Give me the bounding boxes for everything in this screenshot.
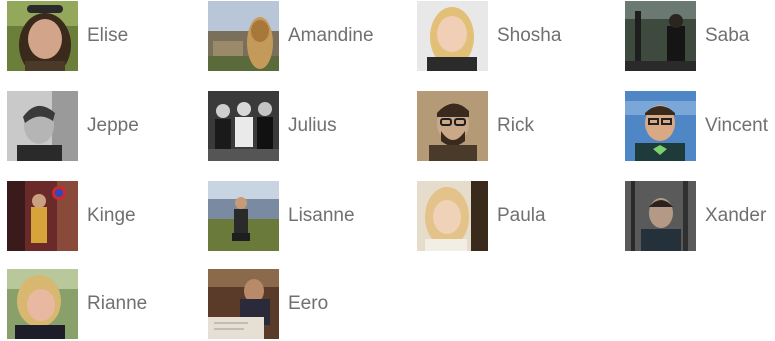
member-name: Rianne [87, 293, 148, 314]
portrait-glasses-blue-background-photo [625, 91, 696, 161]
team-member-rianne[interactable]: Rianne [7, 268, 147, 340]
team-member-jeppe[interactable]: Jeppe [7, 90, 139, 162]
xander-photo-image [625, 181, 696, 251]
portrait-desk-working-photo [208, 269, 279, 339]
team-member-eero[interactable]: Eero [208, 268, 328, 340]
portrait-dark-forest-photo [625, 181, 696, 251]
portrait-sepia-glasses-photo [417, 91, 488, 161]
portrait-landscape-hiking-photo [208, 181, 279, 251]
team-member-kinge[interactable]: Kinge [7, 180, 136, 252]
amandine-photo-image [208, 1, 279, 71]
team-member-shosha[interactable]: Shosha [417, 0, 561, 72]
elise-photo-image [7, 1, 78, 71]
team-member-lisanne[interactable]: Lisanne [208, 180, 355, 252]
member-name: Lisanne [288, 205, 355, 226]
portrait-street-yellow-coat-photo [7, 181, 78, 251]
member-name: Amandine [288, 25, 374, 46]
lisanne-photo-image [208, 181, 279, 251]
team-member-rick[interactable]: Rick [417, 90, 534, 162]
member-name: Rick [497, 115, 534, 136]
portrait-black-white-man-photo [7, 91, 78, 161]
member-name: Eero [288, 293, 329, 314]
member-name: Paula [497, 205, 546, 226]
team-member-paula[interactable]: Paula [417, 180, 546, 252]
paula-photo-image [417, 181, 488, 251]
member-name: Julius [288, 115, 337, 136]
portrait-dark-hair-outdoor-photo [7, 1, 78, 71]
member-name: Xander [705, 205, 767, 226]
rianne-photo-image [7, 269, 78, 339]
team-member-amandine[interactable]: Amandine [208, 0, 374, 72]
eero-photo-image [208, 269, 279, 339]
vincent-photo-image [625, 91, 696, 161]
team-member-saba[interactable]: Saba [625, 0, 749, 72]
member-name: Jeppe [87, 115, 139, 136]
portrait-blonde-smiling-photo [417, 1, 488, 71]
team-member-julius[interactable]: Julius [208, 90, 337, 162]
portrait-dark-street-photo [625, 1, 696, 71]
team-grid: Elise Amandine Shosha Saba Jeppe Julius … [7, 0, 775, 341]
portrait-laughing-blonde-photo [7, 269, 78, 339]
jeppe-photo-image [7, 91, 78, 161]
portrait-black-white-group-photo [208, 91, 279, 161]
member-name: Kinge [87, 205, 136, 226]
julius-photo-image [208, 91, 279, 161]
shosha-photo-image [417, 1, 488, 71]
team-member-xander[interactable]: Xander [625, 180, 766, 252]
member-name: Elise [87, 25, 129, 46]
portrait-blonde-warm-photo [417, 181, 488, 251]
member-name: Vincent [705, 115, 769, 136]
kinge-photo-image [7, 181, 78, 251]
saba-photo-image [625, 1, 696, 71]
rick-photo-image [417, 91, 488, 161]
portrait-city-view-photo [208, 1, 279, 71]
team-member-vincent[interactable]: Vincent [625, 90, 768, 162]
member-name: Shosha [497, 25, 562, 46]
team-member-elise[interactable]: Elise [7, 0, 128, 72]
member-name: Saba [705, 25, 750, 46]
